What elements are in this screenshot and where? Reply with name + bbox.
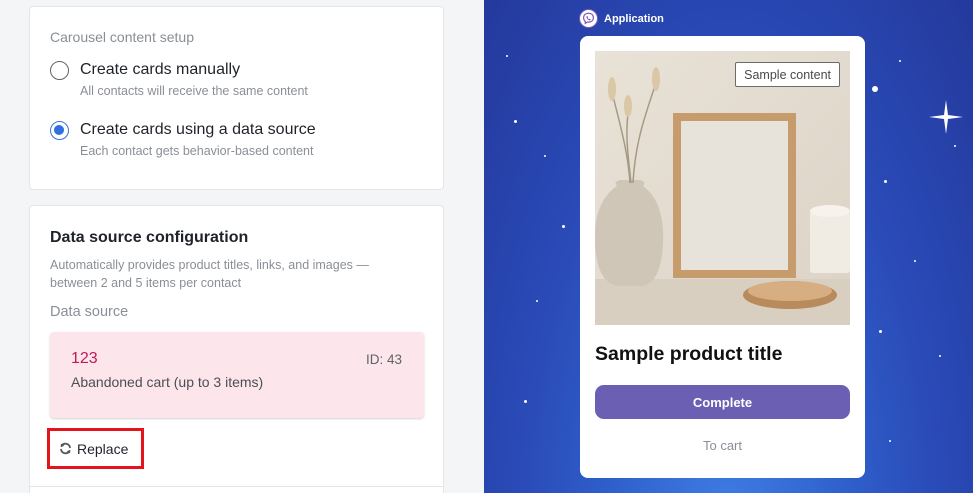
complete-button[interactable]: Complete	[595, 385, 850, 419]
carousel-card-preview: Sample content Sample product title Comp…	[580, 36, 865, 478]
option-data-source-label: Create cards using a data source	[80, 121, 316, 138]
product-image: Sample content	[595, 51, 850, 325]
option-manual-description: All contacts will receive the same conte…	[80, 84, 308, 98]
carousel-setup-title: Carousel content setup	[50, 29, 194, 45]
star	[506, 55, 508, 57]
carousel-setup-card: Carousel content setup Create cards manu…	[29, 6, 444, 190]
settings-panel: Carousel content setup Create cards manu…	[0, 0, 484, 493]
data-source-config-description: Automatically provides product titles, l…	[50, 258, 369, 290]
replace-label: Replace	[77, 440, 129, 457]
star	[562, 225, 565, 228]
to-cart-link[interactable]: To cart	[595, 438, 850, 453]
star	[879, 330, 882, 333]
product-title: Sample product title	[595, 343, 783, 365]
data-source-item[interactable]: 123 ID: 43 Abandoned cart (up to 3 items…	[50, 332, 424, 418]
data-source-label: Data source	[50, 304, 129, 320]
radio-manual[interactable]	[50, 61, 69, 80]
star	[872, 86, 878, 92]
preview-panel: Application Sample content Sample produc…	[484, 0, 973, 493]
star	[914, 260, 916, 262]
star	[514, 120, 517, 123]
app-name: Application	[604, 12, 664, 25]
sparkle-icon	[929, 100, 963, 134]
star	[884, 180, 887, 183]
star	[899, 60, 901, 62]
star	[536, 300, 538, 302]
viber-logo-icon	[579, 9, 598, 28]
star	[544, 155, 546, 157]
refresh-icon	[59, 442, 72, 455]
data-source-type: Abandoned cart (up to 3 items)	[71, 374, 264, 390]
star	[524, 400, 527, 403]
star	[889, 440, 891, 442]
divider	[30, 486, 443, 487]
replace-button[interactable]: Replace	[47, 428, 144, 469]
sample-content-badge: Sample content	[735, 62, 840, 87]
app-header: Application	[579, 9, 664, 28]
option-data-source-description: Each contact gets behavior-based content	[80, 144, 314, 158]
data-source-name: 123	[71, 350, 98, 367]
data-source-config-card: Data source configuration Automatically …	[29, 205, 444, 493]
star	[939, 355, 941, 357]
star	[954, 145, 956, 147]
radio-data-source[interactable]	[50, 121, 69, 140]
data-source-id: ID: 43	[365, 352, 402, 367]
option-data-source[interactable]: Create cards using a data source Each co…	[50, 120, 316, 158]
option-manual[interactable]: Create cards manually All contacts will …	[50, 60, 308, 98]
option-manual-label: Create cards manually	[80, 61, 241, 78]
data-source-config-title: Data source configuration	[50, 229, 249, 246]
